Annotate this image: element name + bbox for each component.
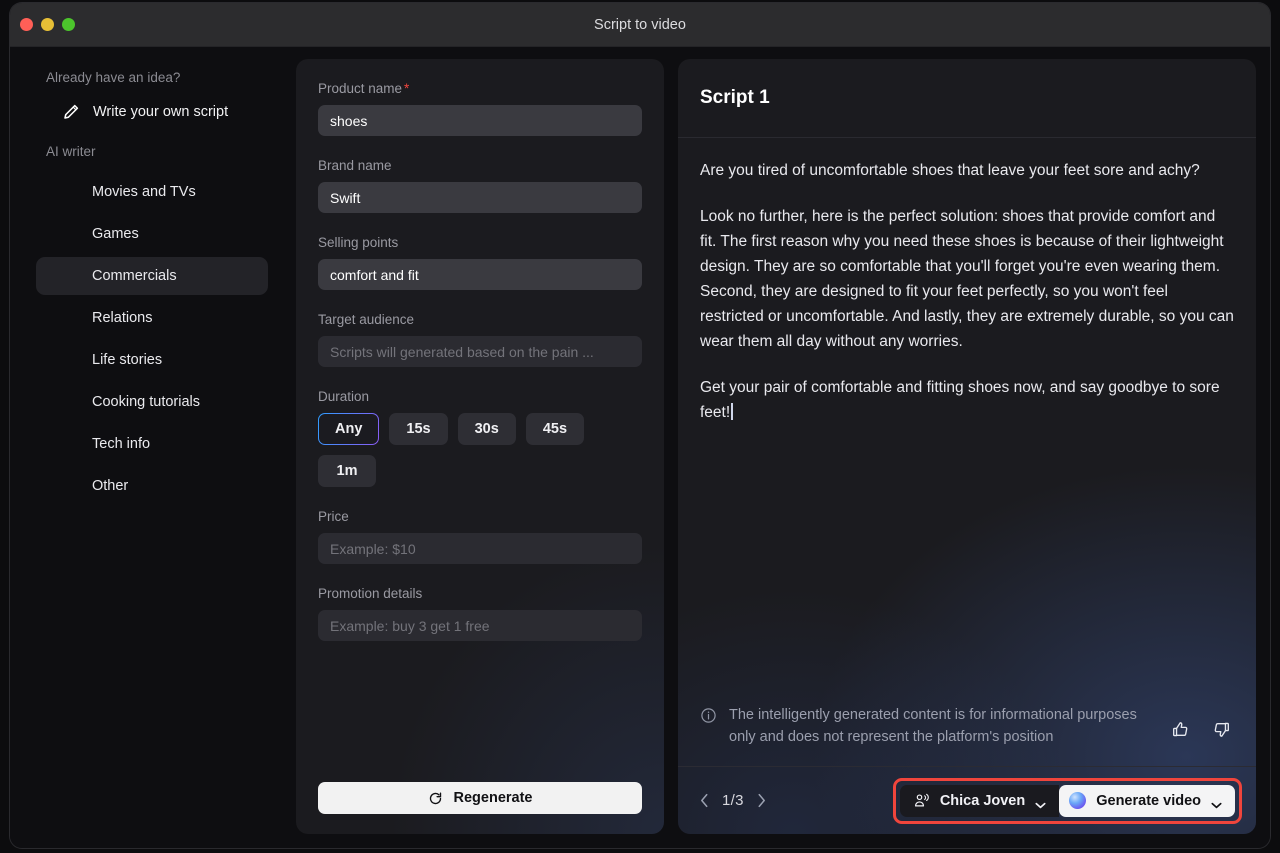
action-buttons-highlight: Chica Joven Generate video [893, 778, 1242, 824]
refresh-icon [428, 791, 443, 806]
script-paragraph-3: Get your pair of comfortable and fitting… [700, 375, 1234, 425]
sidebar-item-cooking-tutorials[interactable]: Cooking tutorials [36, 383, 268, 421]
app-body: Already have an idea? Write your own scr… [10, 47, 1270, 848]
product-name-label: Product name* [318, 81, 642, 96]
sidebar-write-own-label: Write your own script [93, 104, 228, 120]
text-cursor [731, 403, 733, 420]
sidebar-item-movies-and-tvs[interactable]: Movies and TVs [36, 173, 268, 211]
script-pager: 1/3 [700, 792, 766, 809]
sidebar: Already have an idea? Write your own scr… [22, 59, 282, 834]
duration-option-any[interactable]: Any [318, 413, 379, 445]
sidebar-item-games[interactable]: Games [36, 215, 268, 253]
brand-name-label: Brand name [318, 158, 642, 173]
required-asterisk: * [404, 81, 409, 96]
pencil-icon [62, 103, 80, 121]
target-audience-input[interactable]: Scripts will generated based on the pain… [318, 336, 642, 367]
window-title: Script to video [10, 17, 1270, 33]
regenerate-button-container: Regenerate [318, 782, 642, 814]
thumbs-up-icon[interactable] [1171, 720, 1190, 739]
script-title: Script 1 [700, 87, 770, 109]
sidebar-item-commercials[interactable]: Commercials [36, 257, 268, 295]
ai-orb-icon [1069, 792, 1086, 809]
promotion-details-input[interactable]: Example: buy 3 get 1 free [318, 610, 642, 641]
chevron-down-icon-generate [1211, 797, 1222, 804]
voice-avatar-icon [913, 792, 930, 809]
script-paragraph-3-text: Get your pair of comfortable and fitting… [700, 379, 1220, 421]
script-header: Script 1 [678, 59, 1256, 138]
target-audience-label: Target audience [318, 312, 642, 327]
close-window-button[interactable] [20, 18, 33, 31]
form-scroll-area: Product name* shoes Brand name Swift Sel… [296, 59, 664, 834]
pager-prev-icon[interactable] [700, 793, 709, 808]
promotion-details-label: Promotion details [318, 586, 642, 601]
regenerate-button[interactable]: Regenerate [318, 782, 642, 814]
product-name-input[interactable]: shoes [318, 105, 642, 136]
thumbs-down-icon[interactable] [1212, 720, 1231, 739]
minimize-window-button[interactable] [41, 18, 54, 31]
product-name-label-text: Product name [318, 81, 402, 96]
selling-points-input[interactable]: comfort and fit [318, 259, 642, 290]
price-label: Price [318, 509, 642, 524]
voice-selector-label: Chica Joven [940, 793, 1025, 809]
duration-option-15s[interactable]: 15s [389, 413, 447, 445]
duration-option-45s[interactable]: 45s [526, 413, 584, 445]
script-parameters-panel: Product name* shoes Brand name Swift Sel… [296, 59, 664, 834]
sidebar-caption-idea: Already have an idea? [22, 59, 282, 93]
sidebar-caption-ai-writer: AI writer [22, 135, 282, 169]
sidebar-item-life-stories[interactable]: Life stories [36, 341, 268, 379]
chevron-down-icon-voice [1035, 797, 1046, 804]
generate-video-label: Generate video [1096, 793, 1201, 809]
disclaimer-text: The intelligently generated content is f… [729, 704, 1159, 748]
voice-selector-button[interactable]: Chica Joven [900, 785, 1059, 817]
selling-points-label: Selling points [318, 235, 642, 250]
feedback-buttons [1171, 720, 1231, 739]
brand-name-input[interactable]: Swift [318, 182, 642, 213]
regenerate-label: Regenerate [454, 790, 533, 806]
traffic-lights [20, 18, 75, 31]
duration-options: Any 15s 30s 45s 1m [318, 413, 642, 487]
sidebar-item-relations[interactable]: Relations [36, 299, 268, 337]
app-window: Script to video Already have an idea? Wr… [10, 3, 1270, 848]
script-footer: 1/3 [678, 766, 1256, 834]
duration-label: Duration [318, 389, 642, 404]
info-icon [700, 707, 717, 724]
pager-position: 1/3 [722, 792, 744, 809]
disclaimer-row: The intelligently generated content is f… [678, 692, 1256, 766]
price-input[interactable]: Example: $10 [318, 533, 642, 564]
script-preview-panel: Script 1 Are you tired of uncomfortable … [678, 59, 1256, 834]
sidebar-item-write-your-own-script[interactable]: Write your own script [36, 93, 268, 131]
title-bar: Script to video [10, 3, 1270, 47]
script-text-area[interactable]: Are you tired of uncomfortable shoes tha… [678, 138, 1256, 692]
pager-next-icon[interactable] [757, 793, 766, 808]
duration-option-1m[interactable]: 1m [318, 455, 376, 487]
sidebar-item-other[interactable]: Other [36, 467, 268, 505]
script-paragraph-2: Look no further, here is the perfect sol… [700, 204, 1234, 354]
sidebar-item-tech-info[interactable]: Tech info [36, 425, 268, 463]
duration-option-30s[interactable]: 30s [458, 413, 516, 445]
maximize-window-button[interactable] [62, 18, 75, 31]
script-paragraph-1: Are you tired of uncomfortable shoes tha… [700, 158, 1234, 183]
generate-video-button[interactable]: Generate video [1059, 785, 1235, 817]
